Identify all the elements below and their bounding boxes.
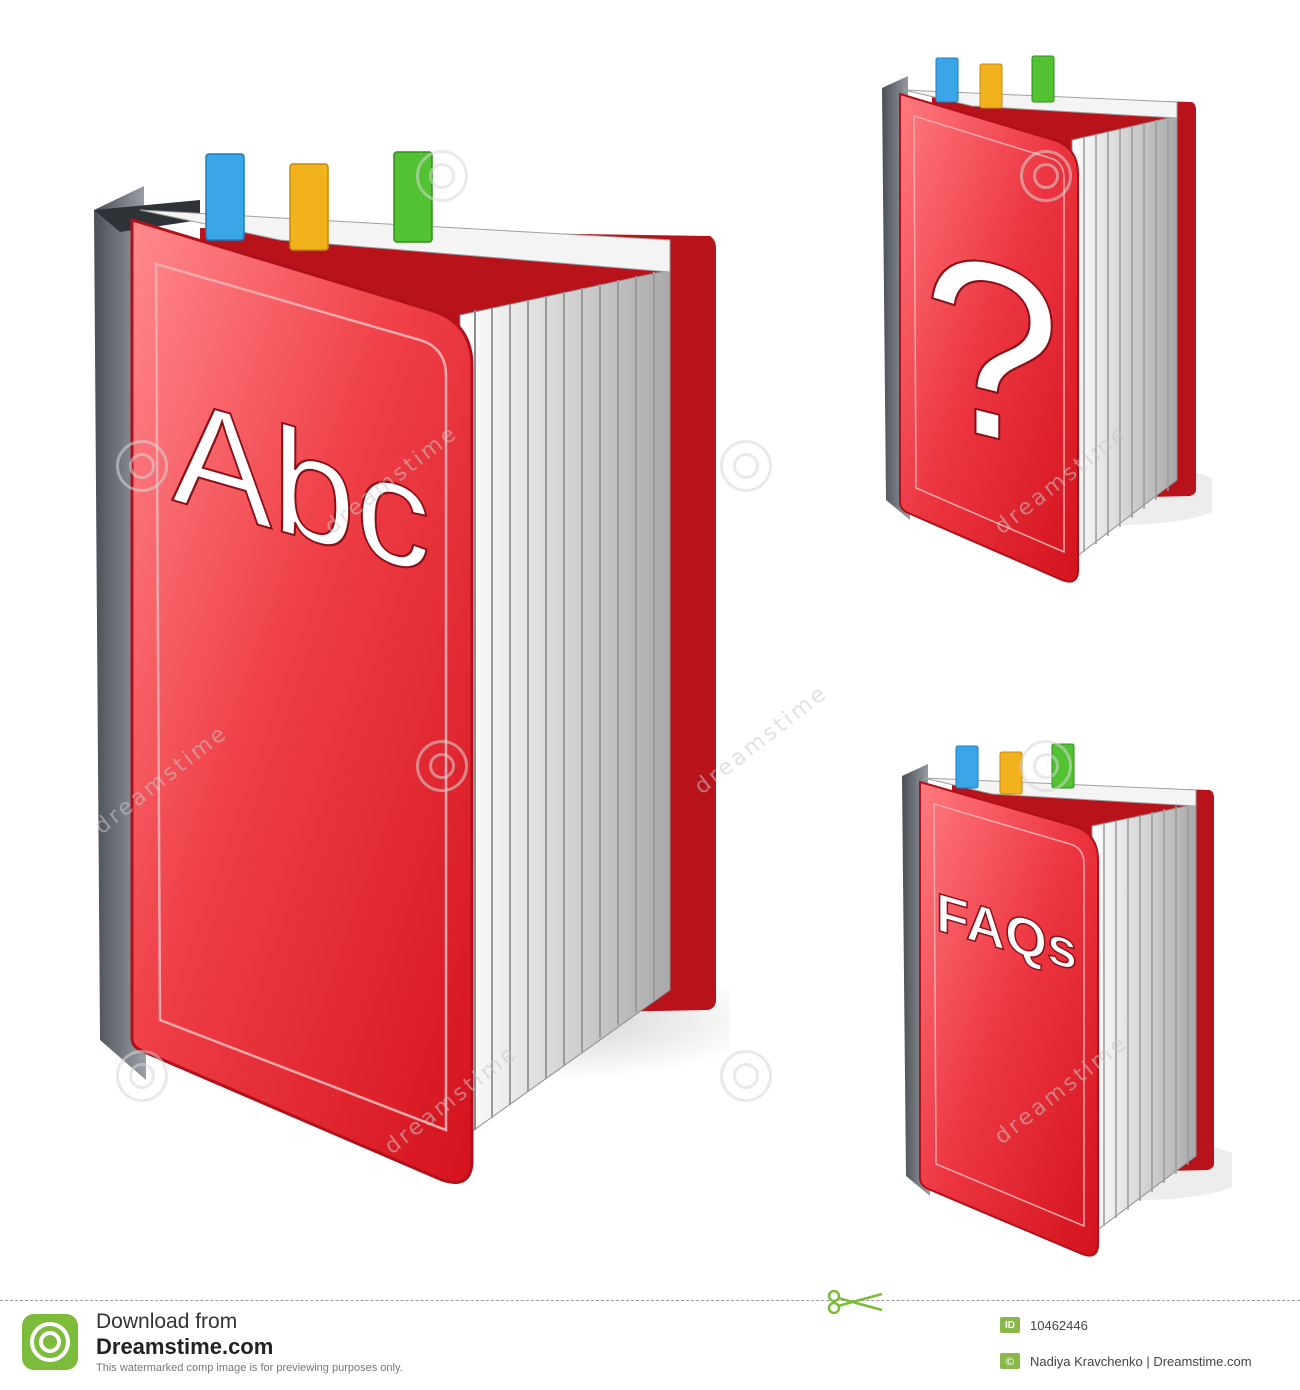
image-id: 10462446 [1030,1317,1088,1333]
question-book-tab-blue [935,57,959,103]
illustration: Abc ? FAQs dreamstime dreamstime dreamst… [0,0,1300,1300]
abc-book-tab-yellow [289,163,329,251]
dreamstime-logo [22,1314,78,1370]
faqs-book: FAQs [902,743,1232,1257]
author-credit: Nadiya Kravchenko | Dreamstime.com [1030,1353,1252,1369]
footer: Download from Dreamstime.com This waterm… [0,1290,1300,1390]
abc-book-tab-blue [205,153,245,241]
cut-line [0,1300,1300,1301]
faqs-book-cover [919,780,1099,1257]
abc-book-cover [130,217,474,1184]
faqs-book-tab-green [1051,743,1075,789]
credit-row: © Nadiya Kravchenko | Dreamstime.com [1000,1352,1252,1370]
id-badge: ID [1000,1317,1020,1333]
download-label: Download from [96,1310,238,1333]
scissors-icon [827,1290,883,1314]
question-book: ? [882,55,1212,583]
image-id-row: ID 10462446 [1000,1316,1088,1334]
faqs-book-tab-yellow [999,751,1023,795]
copyright-icon: © [1000,1353,1020,1369]
question-book-tab-green [1031,55,1055,103]
watermark-notice: This watermarked comp image is for previ… [96,1362,403,1374]
site-name[interactable]: Dreamstime.com [96,1334,273,1360]
question-book-title: ? [922,193,1061,507]
abc-book-tab-green [393,151,433,243]
question-book-tab-yellow [979,63,1003,109]
faqs-book-tab-blue [955,745,979,789]
abc-book: Abc [94,151,730,1184]
